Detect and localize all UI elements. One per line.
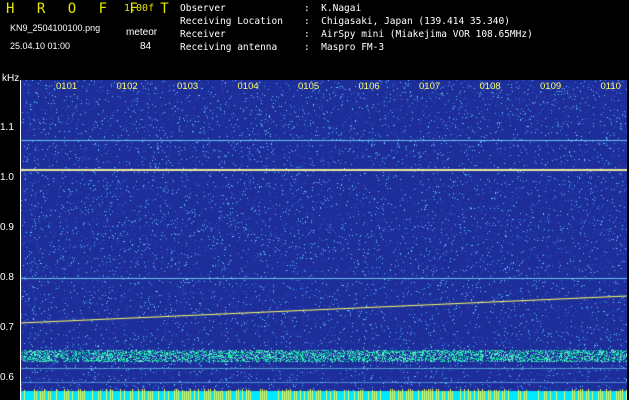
x-tick-label: 0108 (479, 81, 501, 92)
info-key: Receiving antenna (180, 42, 278, 53)
observation-info: Observer: K.Nagai Receiving Location: Ch… (180, 2, 533, 54)
app-version: 1.00f (124, 3, 155, 14)
info-key: Receiver (180, 29, 226, 40)
info-key: Receiving Location (180, 16, 283, 27)
info-value: K.Nagai (321, 3, 362, 14)
y-tick-label: 1.1 (0, 122, 14, 133)
x-tick-label: 0103 (177, 81, 199, 92)
x-tick-label: 0101 (56, 81, 78, 92)
header-panel: H R O F F T 1.00f KN9_2504100100.png met… (0, 0, 629, 76)
date-time: 25.04.10 01:00 (10, 41, 71, 51)
info-row-location: Receiving Location: Chigasaki, Japan (13… (180, 16, 510, 27)
x-tick-label: 0104 (237, 81, 259, 92)
info-value: AirSpy mini (Miakejima VOR 108.65MHz) (321, 29, 533, 40)
spectrogram-canvas (20, 80, 627, 400)
x-tick-label: 0102 (116, 81, 138, 92)
y-tick-label: 0.6 (0, 372, 14, 383)
y-tick-label: 0.9 (0, 222, 14, 233)
file-name: KN9_2504100100.png (10, 23, 101, 33)
info-key: Observer (180, 3, 226, 14)
y-tick-label: 0.7 (0, 322, 14, 333)
x-tick-label: 0105 (298, 81, 320, 92)
spectrogram-plot (20, 80, 627, 400)
y-tick-label: 0.8 (0, 272, 14, 283)
info-row-antenna: Receiving antenna: Maspro FM-3 (180, 42, 385, 53)
x-tick-label: 0110 (600, 81, 621, 92)
y-tick-label: 1.0 (0, 172, 14, 183)
info-value: Chigasaki, Japan (139.414 35.340) (321, 16, 510, 27)
info-row-observer: Observer: K.Nagai (180, 3, 362, 14)
info-value: Maspro FM-3 (321, 42, 385, 53)
x-tick-label: 0106 (358, 81, 380, 92)
x-tick-label: 0107 (419, 81, 441, 92)
frequency-unit-label: kHz (2, 73, 20, 84)
meteor-label: meteor (126, 27, 158, 38)
meteor-count: 84 (140, 41, 152, 52)
x-tick-label: 0109 (540, 81, 562, 92)
info-row-receiver: Receiver: AirSpy mini (Miakejima VOR 108… (180, 29, 533, 40)
